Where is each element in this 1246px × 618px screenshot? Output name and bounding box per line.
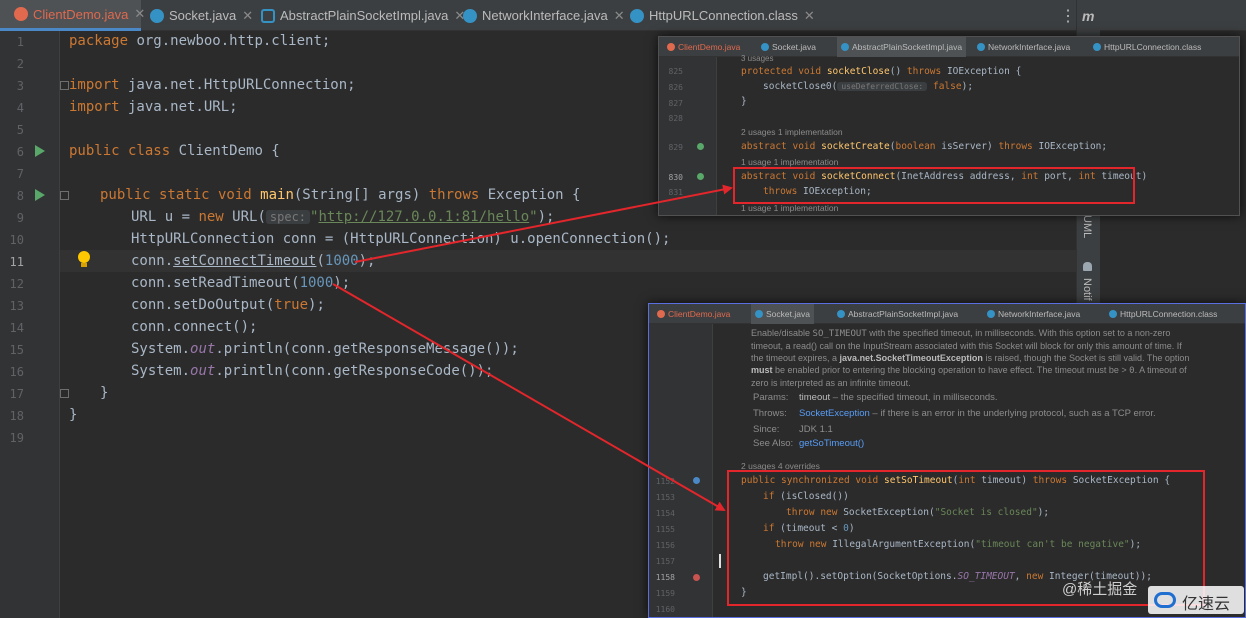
yisu-logo: 亿速云 (1148, 586, 1244, 614)
cloud-icon (1154, 592, 1176, 608)
annotation-arrows (332, 184, 733, 512)
juejin-watermark: @稀土掘金 (1062, 581, 1138, 598)
yisu-label: 亿速云 (1182, 596, 1231, 613)
arrow-read-timeout (332, 283, 726, 512)
arrow-connect-timeout (354, 184, 733, 263)
